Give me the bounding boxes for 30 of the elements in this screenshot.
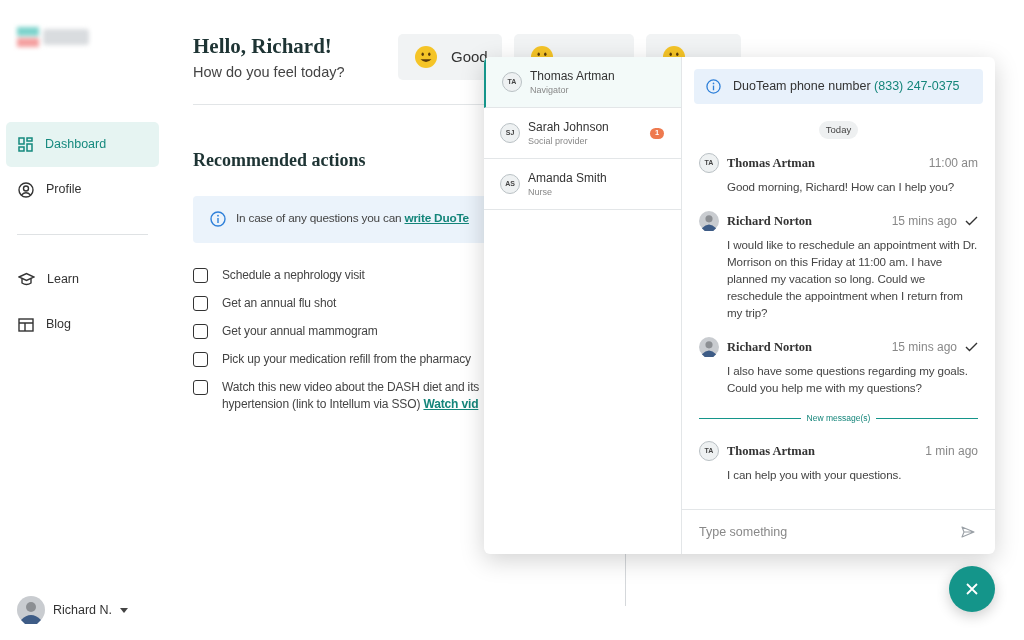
contact-role: Navigator [530, 83, 570, 96]
message-time: 15 mins ago [891, 339, 957, 357]
author-name: Richard Norton [727, 338, 814, 356]
task-text: Get an annual flu shot [222, 294, 337, 312]
author-name: Richard Norton [727, 212, 814, 230]
message-time: 11:00 am [928, 155, 978, 173]
date-chip: Today [818, 121, 859, 140]
task-text: Pick up your medication refill from the pharmacy [222, 350, 471, 368]
message-time: 15 mins ago [891, 213, 957, 231]
task-text: Watch this new video about the DASH diet and its hypertension (link to Intellum via SSO) Watch vid [222, 378, 480, 413]
section-title: Recommended actions [193, 148, 366, 172]
contact-role: Social provider [528, 134, 589, 147]
divider-label: New message(s) [806, 412, 871, 425]
message-time: 1 min ago [925, 443, 978, 460]
author-name: Thomas Artman [727, 442, 816, 460]
phone-text: DuoTeam phone number (833) 247-0375 [733, 78, 960, 96]
task-text: Schedule a nephrology visit [222, 266, 365, 284]
message-text: I also have some questions regarding my goals. Could you help me with my questions? [726, 363, 969, 397]
contact-name: Amanda Smith [528, 170, 608, 186]
message-text: Good morning, Richard! How can I help you? [726, 179, 956, 196]
notice-text: In case of any questions you can write DuoTe [236, 210, 469, 228]
message-text: I would like to reschedule an appointment with Dr. Morrison on this Friday at 11:00 am. I have planned my vacation so long. Could we reschedule the appointment when I return from my trip? [726, 237, 978, 322]
author-name: Thomas Artman [727, 154, 816, 172]
contact-name: Thomas Artman [530, 68, 616, 84]
contact-role: Nurse [528, 185, 553, 198]
greeting-title: Hello, Richard! [193, 34, 333, 58]
greeting-subtitle: How do you feel today? [193, 63, 346, 82]
message-text: I can help you with your questions. [726, 467, 903, 483]
task-text: Get your annual mammogram [222, 322, 378, 340]
contact-name: Sarah Johnson [528, 119, 610, 135]
